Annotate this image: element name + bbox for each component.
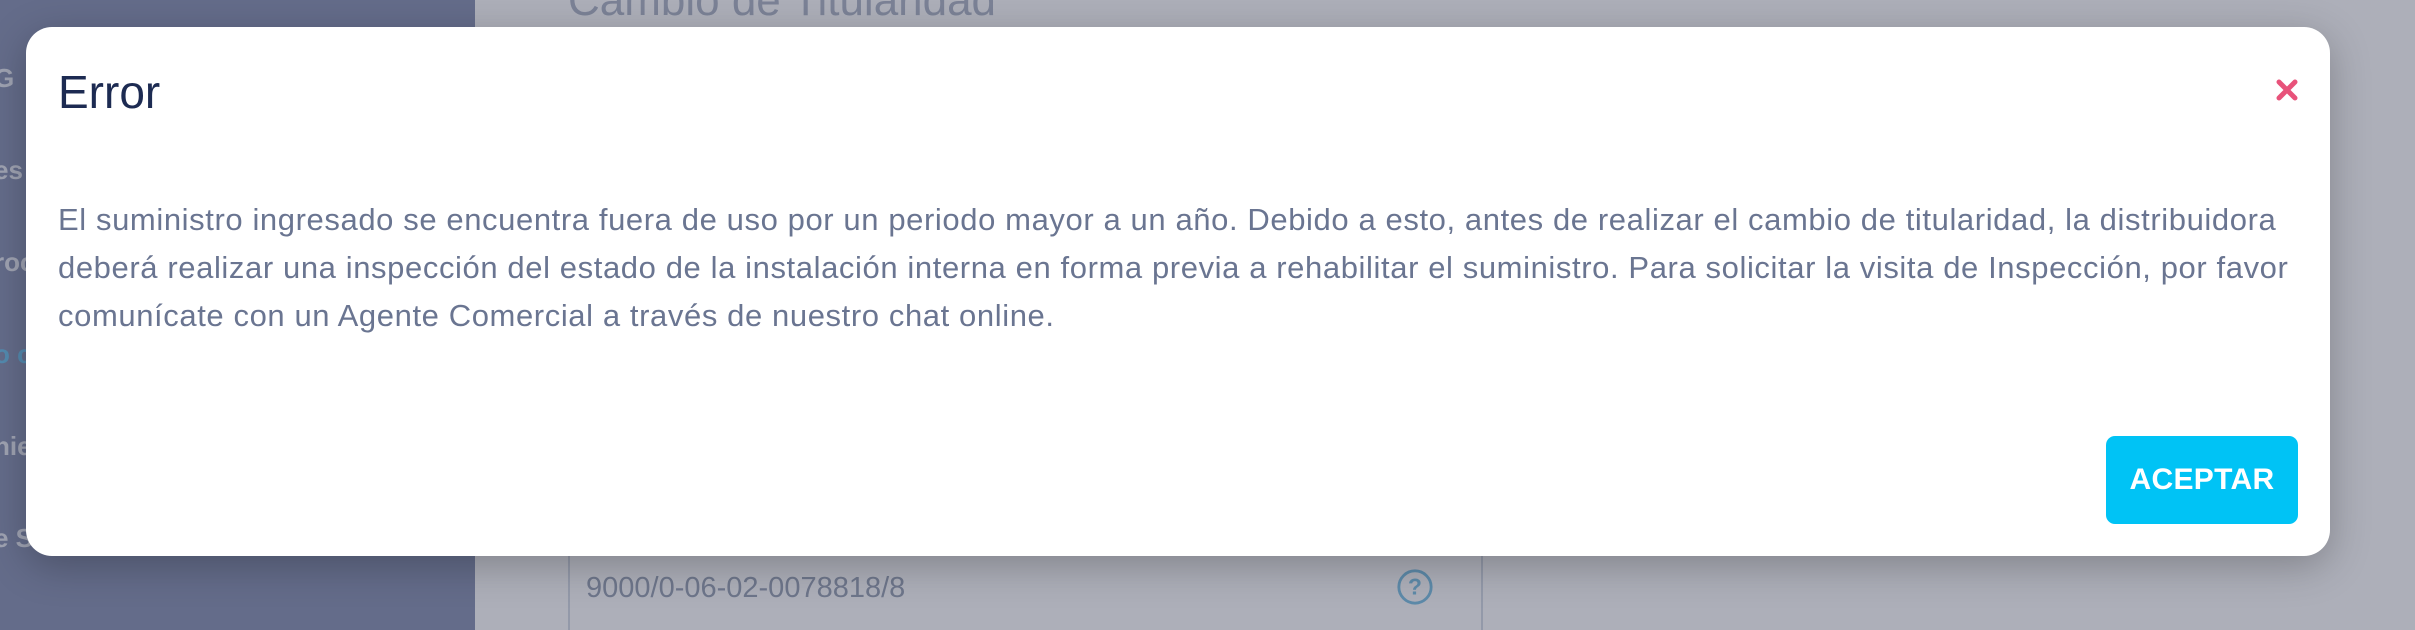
error-modal: Error El suministro ingresado se encuent… [26, 27, 2330, 556]
close-icon[interactable] [2264, 67, 2310, 113]
modal-title: Error [58, 66, 161, 118]
accept-button[interactable]: ACEPTAR [2106, 436, 2298, 524]
modal-message: El suministro ingresado se encuentra fue… [58, 202, 2289, 333]
